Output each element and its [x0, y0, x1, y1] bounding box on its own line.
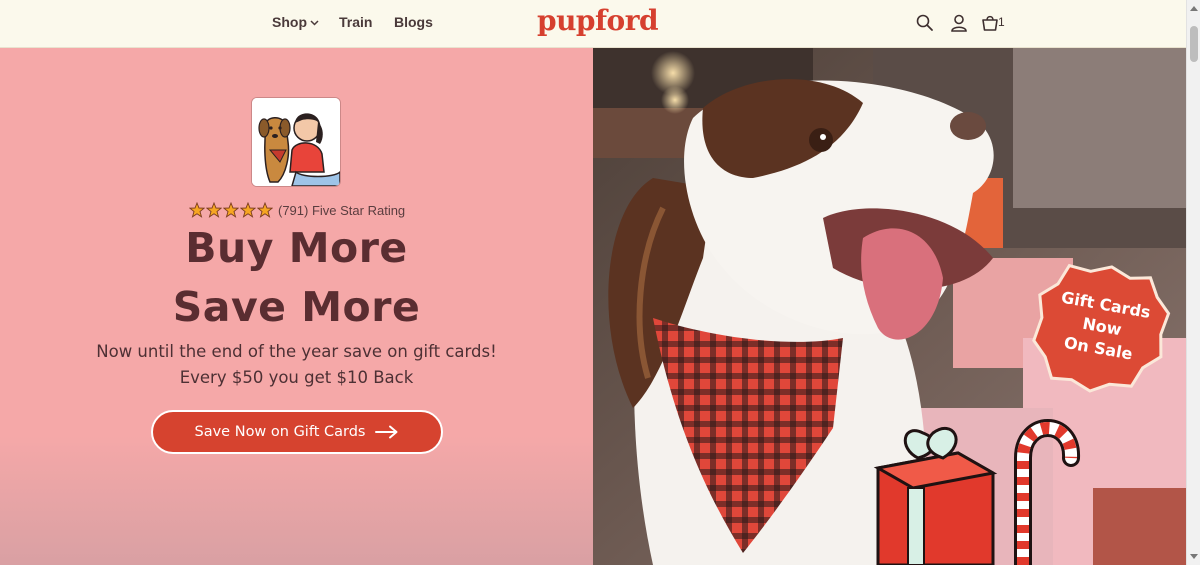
cart-icon[interactable] [980, 13, 1000, 33]
rating-row: (791) Five Star Rating [189, 202, 405, 218]
search-icon[interactable] [915, 13, 935, 33]
hero-photo: Gift Cards Now On Sale [593, 48, 1186, 565]
nav-train[interactable]: Train [339, 14, 372, 30]
headline-line-2: Save More [172, 283, 421, 331]
cta-label: Save Now on Gift Cards [194, 424, 366, 440]
hero-panel: (791) Five Star Rating Buy More Save Mor… [0, 48, 593, 565]
nav-shop-label: Shop [272, 14, 307, 30]
scroll-down-arrow[interactable] [1190, 554, 1198, 559]
dog-and-person-illustration [252, 98, 340, 186]
subtext-line-2: Every $50 you get $10 Back [179, 368, 414, 387]
cart-count: 1 [998, 15, 1005, 29]
scroll-thumb[interactable] [1190, 26, 1198, 62]
pupford-logo[interactable]: pupford [537, 4, 659, 37]
chevron-down-icon [310, 20, 319, 26]
star-icon [189, 202, 205, 218]
star-icon [240, 202, 256, 218]
nav-blogs[interactable]: Blogs [394, 14, 433, 30]
dog-illustration-badge [251, 97, 341, 187]
nav-shop[interactable]: Shop [272, 14, 319, 30]
account-icon[interactable] [949, 13, 969, 33]
subtext-line-1: Now until the end of the year save on gi… [96, 342, 497, 361]
scroll-up-arrow[interactable] [1190, 6, 1198, 11]
headline-line-1: Buy More [185, 224, 408, 272]
star-icon [257, 202, 273, 218]
star-icon [206, 202, 222, 218]
page-scrollbar[interactable] [1186, 0, 1200, 565]
star-icon [223, 202, 239, 218]
site-header: Shop Train Blogs pupford 1 [0, 0, 1186, 48]
rating-text: (791) Five Star Rating [278, 202, 406, 218]
arrow-right-icon [375, 425, 398, 439]
save-gift-cards-button[interactable]: Save Now on Gift Cards [151, 410, 443, 454]
